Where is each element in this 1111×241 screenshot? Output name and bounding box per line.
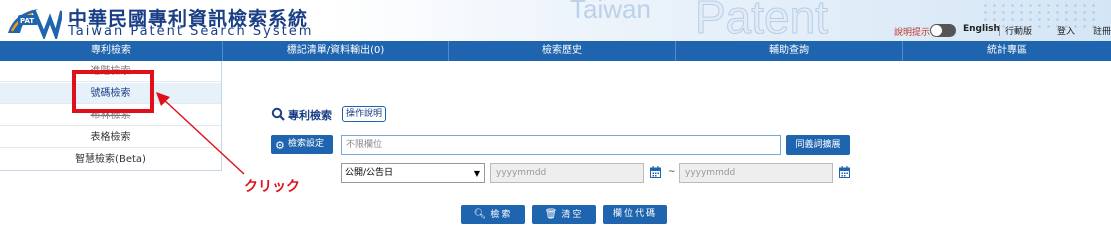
- form-title: 專利檢索: [288, 109, 332, 122]
- date-field-value: 公開/公告日: [345, 168, 394, 178]
- search-button-label: 檢索: [490, 210, 513, 220]
- link-mobile[interactable]: 行動版: [1005, 24, 1032, 37]
- nav-marked-list[interactable]: 標記清單/資料輸出(0): [223, 41, 448, 61]
- trash-icon: 🗑︎: [544, 209, 558, 220]
- field-codes-button[interactable]: 欄位代碼: [603, 205, 667, 224]
- main-nav: 專利檢索 標記清單/資料輸出(0) 檢索歷史 輔助查詢 統計專區: [0, 41, 1111, 61]
- clear-button-label: 清空: [561, 210, 584, 220]
- site-subtitle: Taiwan Patent Search System: [68, 24, 314, 39]
- header: Taiwan Patent PAT 中華民國專利資訊檢索系統 Taiwan Pa…: [0, 0, 1111, 41]
- side-item-label: 智慧檢索(Beta): [75, 154, 146, 165]
- annotation-arrow: [156, 92, 245, 175]
- link-login[interactable]: 登入: [1057, 24, 1075, 37]
- range-separator: ~: [668, 167, 676, 177]
- highlight-box: [72, 70, 154, 113]
- side-item-label: 表格檢索: [90, 132, 131, 143]
- logo-text: PAT: [20, 17, 34, 25]
- calendar-icon[interactable]: [839, 166, 850, 178]
- search-input-placeholder: 不限欄位: [346, 140, 383, 150]
- nav-patent-search[interactable]: 專利檢索: [0, 41, 222, 61]
- date-from-placeholder: yyyymmdd: [496, 168, 547, 178]
- link-english[interactable]: English: [963, 24, 1000, 34]
- hint-toggle[interactable]: [930, 24, 956, 37]
- nav-statistics[interactable]: 統計專區: [903, 41, 1111, 61]
- chevron-down-icon: ▼: [473, 169, 480, 178]
- click-annotation: クリック: [244, 179, 300, 195]
- link-register[interactable]: 註冊: [1093, 24, 1111, 37]
- watermark-patent: Patent: [695, 0, 829, 41]
- nav-search-history[interactable]: 檢索歷史: [449, 41, 675, 61]
- search-settings-label: 檢索設定: [288, 139, 325, 149]
- divider: [999, 25, 1000, 36]
- help-button[interactable]: 操作說明: [342, 106, 387, 122]
- search-button[interactable]: 🔍︎ 檢索: [461, 205, 525, 224]
- search-settings-button[interactable]: ⚙ 檢索設定: [271, 135, 333, 154]
- app-root: Taiwan Patent PAT 中華民國專利資訊檢索系統 Taiwan Pa…: [0, 0, 1111, 241]
- watermark-taiwan: Taiwan: [570, 0, 651, 24]
- gear-icon: ⚙: [275, 139, 285, 152]
- search-icon: [271, 107, 285, 121]
- nav-assist-query[interactable]: 輔助查詢: [676, 41, 902, 61]
- header-banner: Taiwan Patent: [330, 0, 1111, 41]
- tipo-logo[interactable]: PAT: [4, 5, 62, 39]
- synonym-expand-button[interactable]: 同義詞擴展: [786, 135, 850, 155]
- date-to-input[interactable]: yyyymmdd: [679, 163, 833, 183]
- toggle-knob: [931, 25, 942, 36]
- search-icon: 🔍︎: [473, 209, 487, 220]
- date-from-input[interactable]: yyyymmdd: [490, 163, 644, 183]
- search-input[interactable]: 不限欄位: [341, 135, 781, 155]
- date-field-select[interactable]: 公開/公告日 ▼: [341, 163, 485, 183]
- calendar-icon[interactable]: [650, 166, 661, 178]
- clear-button[interactable]: 🗑︎ 清空: [532, 205, 596, 224]
- date-to-placeholder: yyyymmdd: [685, 168, 736, 178]
- hint-label: 說明提示: [894, 28, 931, 38]
